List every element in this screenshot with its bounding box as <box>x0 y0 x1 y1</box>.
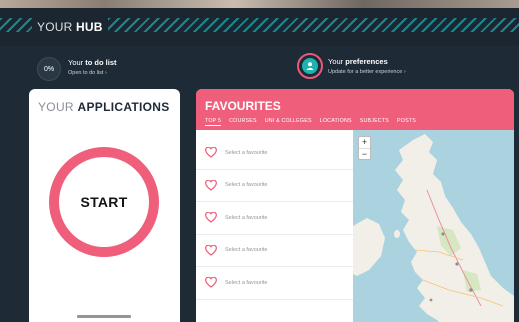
favourites-list: Select a favourite Select a favourite Se… <box>196 137 353 300</box>
preferences-avatar-ring[interactable] <box>297 53 323 79</box>
applications-title-light: YOUR <box>38 100 74 114</box>
todo-title-bold: to do list <box>85 58 117 67</box>
tab-top-5[interactable]: TOP 5 <box>205 118 222 126</box>
hub-title: YOUR HUB <box>37 20 103 34</box>
todo-title: Your to do list <box>68 58 117 67</box>
map-canvas[interactable] <box>353 130 514 322</box>
favourites-title: FAVOURITES <box>205 99 281 113</box>
hub-decorative-pattern <box>108 18 519 32</box>
tab-courses[interactable]: COURSES <box>229 118 257 126</box>
hub-title-bold: HUB <box>76 20 103 34</box>
preferences-summary[interactable]: Your preferences Update for a better exp… <box>328 57 406 75</box>
list-item[interactable]: Select a favourite <box>196 170 353 202</box>
applications-card: YOUR APPLICATIONS START <box>29 89 180 322</box>
applications-title: YOUR APPLICATIONS <box>38 100 170 114</box>
applications-title-bold: APPLICATIONS <box>77 100 170 114</box>
list-item[interactable]: Select a favourite <box>196 235 353 267</box>
list-item[interactable]: Select a favourite <box>196 137 353 170</box>
zoom-out-button[interactable]: − <box>359 149 370 160</box>
tab-posts[interactable]: POSTS <box>397 118 416 126</box>
preferences-link[interactable]: Update for a better experience › <box>328 69 406 75</box>
todo-percent: 0% <box>43 65 55 73</box>
favourite-label: Select a favourite <box>225 182 268 189</box>
chevron-right-icon: › <box>105 70 107 76</box>
favourite-label: Select a favourite <box>225 279 268 286</box>
header-photo-strip <box>0 0 519 8</box>
preferences-title-prefix: Your <box>328 57 344 66</box>
favourites-tabs: TOP 5 COURSES UNI & COLLEGES LOCATIONS S… <box>205 118 416 126</box>
list-item[interactable]: Select a favourite <box>196 202 353 235</box>
applications-footer-text <box>77 315 131 318</box>
favourites-map[interactable]: + − <box>353 130 514 322</box>
todo-link[interactable]: Open to do list › <box>68 70 117 76</box>
favourite-label: Select a favourite <box>225 247 268 254</box>
map-zoom-controls: + − <box>358 136 371 160</box>
heart-icon[interactable] <box>205 212 217 224</box>
todo-title-prefix: Your <box>68 58 84 67</box>
heart-icon[interactable] <box>205 179 217 191</box>
hub-title-light: YOUR <box>37 20 73 34</box>
tab-locations[interactable]: LOCATIONS <box>320 118 352 126</box>
preferences-link-text[interactable]: Update for a better experience <box>328 69 402 75</box>
todo-summary[interactable]: Your to do list Open to do list › <box>68 58 117 76</box>
chevron-right-icon: › <box>403 69 406 75</box>
heart-icon[interactable] <box>205 244 217 256</box>
list-item[interactable]: Select a favourite <box>196 267 353 300</box>
hub-decorative-pattern-left <box>0 18 32 32</box>
todo-link-text[interactable]: Open to do list <box>68 70 103 76</box>
preferences-title: Your preferences <box>328 57 406 66</box>
user-icon <box>302 58 318 74</box>
heart-icon[interactable] <box>205 147 217 159</box>
favourites-header: FAVOURITES TOP 5 COURSES UNI & COLLEGES … <box>196 89 514 130</box>
start-button-label: START <box>80 194 128 210</box>
preferences-title-bold: preferences <box>345 57 388 66</box>
zoom-in-button[interactable]: + <box>359 137 370 148</box>
todo-progress-circle[interactable]: 0% <box>37 57 61 81</box>
tab-subjects[interactable]: SUBJECTS <box>360 118 389 126</box>
user-silhouette-icon <box>306 62 314 70</box>
favourites-card: FAVOURITES TOP 5 COURSES UNI & COLLEGES … <box>196 89 514 322</box>
tab-uni-colleges[interactable]: UNI & COLLEGES <box>265 118 312 126</box>
favourite-label: Select a favourite <box>225 214 268 221</box>
favourite-label: Select a favourite <box>225 149 268 156</box>
heart-icon[interactable] <box>205 277 217 289</box>
start-application-button[interactable]: START <box>49 147 159 257</box>
